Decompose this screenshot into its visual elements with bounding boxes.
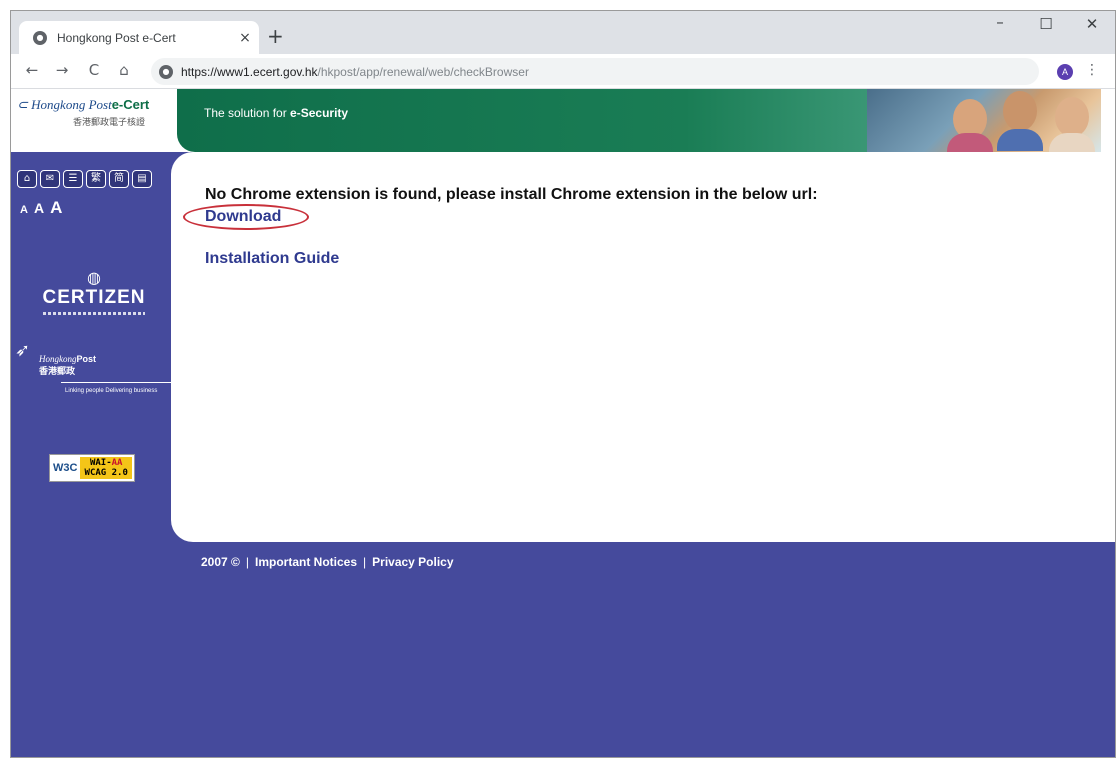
maximize-button[interactable]: ☐ [1023, 15, 1069, 33]
logo-swirl-icon: ⊂ [17, 97, 32, 112]
fingerprint-icon: ◍ [87, 268, 101, 287]
minimize-button[interactable]: – [977, 13, 1023, 31]
font-size-large[interactable]: A [50, 198, 62, 218]
certizen-logo[interactable]: ◍ CERTIZEN [39, 268, 149, 315]
url-path: /hkpost/app/renewal/web/checkBrowser [317, 64, 529, 79]
banner-photo [867, 89, 1101, 155]
tab-close-icon[interactable]: × [231, 30, 259, 46]
font-size-medium[interactable]: A [34, 200, 44, 216]
logo-chinese: 香港郵政電子核證 [73, 117, 146, 127]
important-notices-link[interactable]: Important Notices [255, 555, 357, 569]
back-arrow-icon[interactable]: ← [21, 61, 43, 79]
person-face [1003, 91, 1037, 131]
tab-title: Hongkong Post e-Cert [57, 30, 176, 45]
privacy-policy-link[interactable]: Privacy Policy [372, 555, 453, 569]
logo-text: ⊂ Hongkong Poste-Cert [17, 97, 150, 112]
globe-icon: ● [33, 30, 47, 45]
logo-brand: e-Cert [111, 97, 150, 112]
traditional-chinese-icon[interactable]: 繁 [86, 170, 106, 188]
site-info-icon[interactable]: ● [159, 64, 173, 79]
profile-avatar[interactable]: A [1057, 64, 1073, 80]
home-icon[interactable]: ⌂ [17, 170, 37, 188]
download-link[interactable]: Download [205, 208, 281, 226]
simplified-chinese-icon[interactable]: 简 [109, 170, 129, 188]
divider [61, 382, 171, 383]
w3c-wcag-badge[interactable]: W3C WAI-AA WCAG 2.0 [49, 454, 135, 482]
person-shirt [997, 129, 1043, 151]
font-size-controls: A A A [20, 198, 62, 218]
person-face [1055, 97, 1089, 137]
forward-arrow-icon[interactable]: → [51, 61, 73, 79]
sidebar: ⌂ ✉ ☰ 繁简 ▤ A A A ◍ CERTIZEN ➶ HongkongPost 香港… [11, 152, 171, 757]
reload-icon[interactable]: C [83, 61, 105, 79]
copyright-text: 2007 © [201, 555, 240, 569]
url-text: https://www1.ecert.gov.hk/hkpost/app/ren… [181, 65, 529, 79]
hongkong-post-logo[interactable]: ➶ HongkongPost 香港郵政 Linking people Delive… [15, 340, 171, 394]
page-header: ⊂ Hongkong Poste-Cert 香港郵政電子核證 The solut… [11, 89, 1115, 155]
font-size-small[interactable]: A [20, 204, 28, 216]
print-icon[interactable]: ▤ [132, 170, 152, 188]
header-banner: The solution for e-Security [177, 89, 1101, 155]
browser-window: ● Hongkong Post e-Cert × + – ☐ ✕ ← → C ⌂… [10, 10, 1116, 758]
address-bar[interactable]: ● https://www1.ecert.gov.hk/hkpost/app/r… [151, 58, 1039, 85]
url-host: https://www1.ecert.gov.hk [181, 64, 318, 79]
sidebar-icon-row: ⌂ ✉ ☰ 繁简 ▤ [17, 170, 152, 188]
extension-missing-message: No Chrome extension is found, please ins… [205, 186, 818, 203]
tab-strip: ● Hongkong Post e-Cert × + – ☐ ✕ [11, 11, 1115, 54]
mail-icon[interactable]: ✉ [40, 170, 60, 188]
browser-tab[interactable]: ● Hongkong Post e-Cert × [19, 21, 259, 54]
certizen-tagline-line [43, 312, 145, 315]
home-icon[interactable]: ⌂ [113, 61, 135, 79]
page-footer: 2007 © | Important Notices | Privacy Policy [201, 555, 454, 569]
new-tab-button[interactable]: + [267, 24, 284, 48]
sitemap-icon[interactable]: ☰ [63, 170, 83, 188]
installation-guide-link[interactable]: Installation Guide [205, 250, 339, 268]
browser-toolbar: ← → C ⌂ ● https://www1.ecert.gov.hk/hkpo… [11, 54, 1115, 89]
banner-slogan: The solution for e-Security [204, 106, 349, 120]
menu-kebab-icon[interactable]: ⋮ [1085, 62, 1099, 78]
main-content: No Chrome extension is found, please ins… [171, 152, 1115, 542]
web-page: ⊂ Hongkong Poste-Cert 香港郵政電子核證 The solut… [11, 89, 1115, 757]
close-window-button[interactable]: ✕ [1069, 15, 1115, 33]
ecert-logo[interactable]: ⊂ Hongkong Poste-Cert 香港郵政電子核證 [11, 89, 177, 152]
